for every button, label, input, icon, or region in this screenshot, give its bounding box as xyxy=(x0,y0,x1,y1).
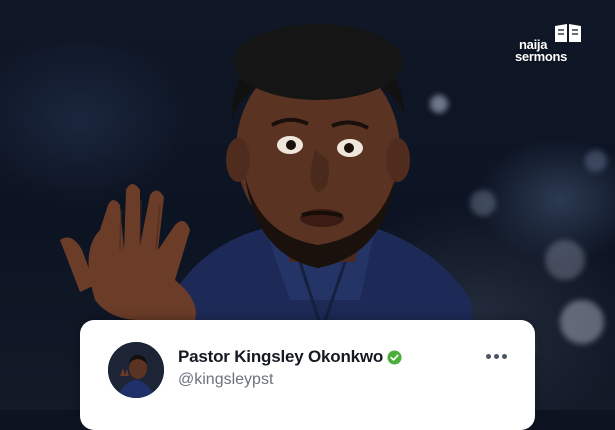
more-dot xyxy=(486,354,491,359)
more-dot xyxy=(494,354,499,359)
author-name[interactable]: Pastor Kingsley Okonkwo xyxy=(178,347,383,367)
avatar[interactable] xyxy=(108,342,164,398)
naija-sermons-logo: naija sermons xyxy=(515,22,585,66)
author-name-row: Pastor Kingsley Okonkwo xyxy=(178,347,402,367)
book-icon xyxy=(555,24,581,42)
avatar-image xyxy=(108,342,164,398)
more-options-icon[interactable] xyxy=(486,354,507,359)
verified-check-icon xyxy=(387,349,402,365)
logo-text-sermons: sermons xyxy=(515,49,568,64)
post-author-card: Pastor Kingsley Okonkwo @kingsleypst xyxy=(80,320,535,430)
author-handle[interactable]: @kingsleypst xyxy=(178,371,273,389)
more-dot xyxy=(502,354,507,359)
